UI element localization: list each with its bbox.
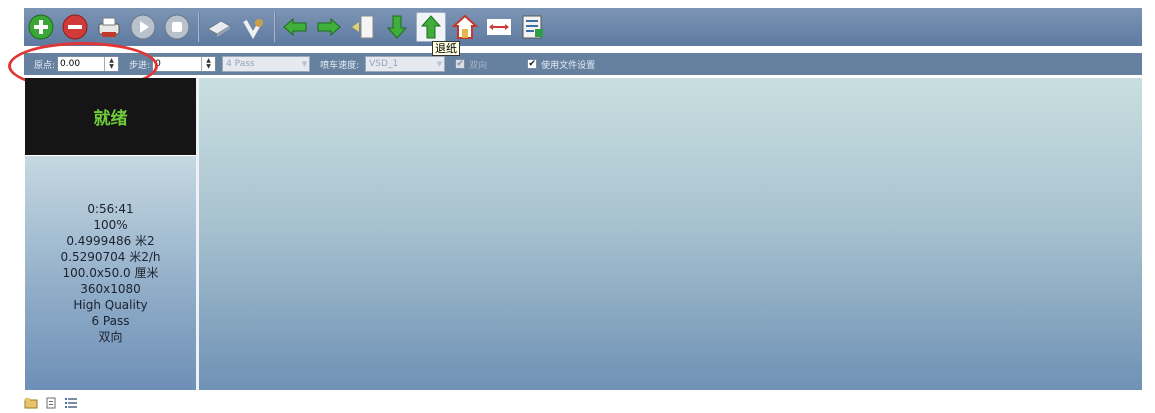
job-size: 100.0x50.0 厘米 bbox=[62, 266, 159, 280]
job-resolution: 360x1080 bbox=[80, 282, 141, 296]
toolbar-separator bbox=[274, 12, 276, 42]
status-bar bbox=[24, 394, 1142, 412]
width-measure-icon bbox=[487, 19, 511, 35]
origin-value[interactable]: 0.00 bbox=[58, 59, 104, 69]
cartridge-button[interactable] bbox=[204, 12, 234, 42]
pass-select[interactable]: 4 Pass ▼ bbox=[222, 56, 311, 72]
feed-up-button[interactable] bbox=[416, 12, 446, 42]
add-button[interactable] bbox=[26, 12, 56, 42]
report-button[interactable] bbox=[518, 12, 548, 42]
job-rate: 0.5290704 米2/h bbox=[60, 250, 161, 264]
use-file-settings-checkbox[interactable]: ✔ bbox=[527, 59, 538, 69]
feed-down-button[interactable] bbox=[382, 12, 412, 42]
width-measure-button[interactable] bbox=[484, 12, 514, 42]
clean-button[interactable] bbox=[238, 12, 268, 42]
status-state: 就绪 bbox=[93, 109, 128, 129]
bidirectional-label: 双向 bbox=[469, 60, 488, 71]
list-icon[interactable] bbox=[64, 397, 78, 409]
remove-icon bbox=[62, 14, 88, 40]
job-info-panel: 0:56:41 100% 0.4999486 米2 0.5290704 米2/h… bbox=[25, 156, 196, 390]
spin-down-icon[interactable]: ▼ bbox=[206, 64, 211, 70]
play-button[interactable] bbox=[128, 12, 158, 42]
feed-down-icon bbox=[386, 15, 408, 39]
step-spinner[interactable]: 0 ▲ ▼ bbox=[152, 56, 217, 72]
clean-icon bbox=[243, 19, 263, 40]
job-quality: High Quality bbox=[73, 298, 148, 312]
settings-bar: 原点: 0.00 ▲ ▼ 步进: 0 ▲ ▼ 4 Pass ▼ 喷车速度: VS… bbox=[24, 53, 1142, 75]
origin-spin-arrows[interactable]: ▲ ▼ bbox=[104, 57, 118, 71]
folder-icon[interactable] bbox=[24, 397, 38, 409]
feed-edge-icon bbox=[352, 15, 374, 39]
job-time: 0:56:41 bbox=[87, 202, 134, 216]
job-direction: 双向 bbox=[98, 330, 123, 344]
printer-control-window: 退纸 原点: 0.00 ▲ ▼ 步进: 0 ▲ ▼ 4 Pass ▼ 喷车速度:… bbox=[0, 0, 1155, 413]
stop-button[interactable] bbox=[162, 12, 192, 42]
toolbar-separator bbox=[198, 12, 200, 42]
main-toolbar bbox=[24, 8, 1142, 46]
status-state-panel: 就绪 bbox=[25, 78, 196, 155]
speed-value: VSD_1 bbox=[369, 59, 399, 69]
speed-select[interactable]: VSD_1 ▼ bbox=[365, 56, 446, 72]
use-file-settings-label: 使用文件设置 bbox=[541, 60, 596, 71]
job-area: 0.4999486 米2 bbox=[66, 234, 155, 248]
feed-up-icon bbox=[420, 15, 442, 39]
move-left-button[interactable] bbox=[280, 12, 310, 42]
origin-label: 原点: bbox=[34, 60, 56, 71]
move-right-button[interactable] bbox=[314, 12, 344, 42]
move-right-icon bbox=[317, 17, 341, 37]
spin-down-icon[interactable]: ▼ bbox=[109, 64, 114, 70]
print-icon bbox=[98, 17, 120, 37]
cartridge-icon bbox=[207, 20, 231, 37]
play-icon bbox=[130, 14, 156, 40]
speed-label: 喷车速度: bbox=[320, 60, 360, 71]
step-spin-arrows[interactable]: ▲ ▼ bbox=[201, 57, 215, 71]
job-passes: 6 Pass bbox=[91, 314, 130, 328]
pass-value: 4 Pass bbox=[226, 59, 255, 69]
move-left-icon bbox=[283, 17, 307, 37]
add-icon bbox=[28, 14, 54, 40]
print-button[interactable] bbox=[94, 12, 124, 42]
bidirectional-checkbox[interactable]: ✔ bbox=[455, 59, 466, 69]
chevron-down-icon[interactable]: ▼ bbox=[302, 60, 307, 68]
report-icon bbox=[522, 15, 543, 39]
home-icon bbox=[451, 14, 479, 39]
document-icon[interactable] bbox=[44, 397, 58, 409]
feed-edge-button[interactable] bbox=[348, 12, 378, 42]
chevron-down-icon[interactable]: ▼ bbox=[437, 60, 442, 68]
job-progress: 100% bbox=[93, 218, 128, 232]
remove-button[interactable] bbox=[60, 12, 90, 42]
feed-up-tooltip: 退纸 bbox=[432, 41, 460, 56]
origin-spinner[interactable]: 0.00 ▲ ▼ bbox=[57, 56, 120, 72]
print-preview-area[interactable] bbox=[199, 78, 1142, 390]
step-value[interactable]: 0 bbox=[153, 59, 201, 69]
home-button[interactable] bbox=[450, 12, 480, 42]
stop-icon bbox=[164, 14, 190, 40]
step-label: 步进: bbox=[129, 60, 151, 71]
